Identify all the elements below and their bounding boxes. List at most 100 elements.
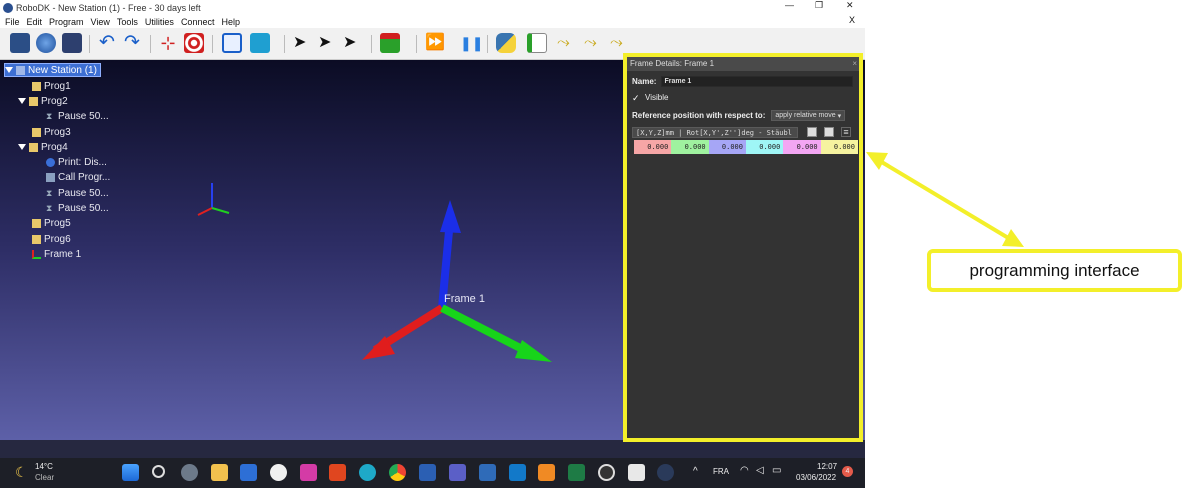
- search-icon[interactable]: [152, 465, 165, 478]
- pause-icon[interactable]: ❚❚: [460, 33, 483, 53]
- select-icon[interactable]: ➤: [293, 33, 313, 53]
- toolbar-separator: [371, 35, 372, 53]
- view-cube-icon[interactable]: [250, 33, 270, 53]
- viewport-frame-label: Frame 1: [444, 293, 485, 305]
- move-joint-icon[interactable]: ⤳: [557, 33, 577, 53]
- fit-all-icon[interactable]: [222, 33, 242, 53]
- music-icon[interactable]: [270, 464, 287, 481]
- run-program-icon[interactable]: ⏩: [425, 33, 445, 53]
- outlook-icon[interactable]: [509, 464, 526, 481]
- toolbar-separator: [416, 35, 417, 53]
- program-icon: [32, 218, 41, 228]
- clock-time[interactable]: 12:07: [817, 462, 837, 471]
- moon-icon: ☾: [15, 464, 28, 480]
- weather-condition: Clear: [35, 473, 55, 482]
- move-linear-icon[interactable]: ⤳: [584, 33, 604, 53]
- highlight-frame: [623, 53, 863, 442]
- app-icon[interactable]: [538, 464, 555, 481]
- program-icon: [29, 96, 38, 106]
- tree-item-prog5[interactable]: Prog5: [32, 216, 71, 230]
- program-icon: [32, 81, 41, 91]
- callout-box: programming interface: [927, 249, 1182, 292]
- word-icon[interactable]: [419, 464, 436, 481]
- tree-item-pause[interactable]: ⧗ Pause 50...: [46, 109, 109, 123]
- info-icon: [46, 157, 55, 167]
- station-icon: [16, 65, 25, 75]
- weather-temperature[interactable]: 14°C: [35, 462, 53, 471]
- menu-program[interactable]: Program: [49, 17, 84, 27]
- notification-badge[interactable]: 4: [842, 466, 853, 477]
- settings-icon[interactable]: [181, 464, 198, 481]
- tree-item-pause[interactable]: ⧗ Pause 50...: [46, 201, 109, 215]
- media-player-icon[interactable]: [598, 464, 615, 481]
- office-icon[interactable]: [329, 464, 346, 481]
- frame-icon: [32, 249, 41, 259]
- undo-icon[interactable]: ↶: [97, 33, 117, 53]
- file-explorer-icon[interactable]: [211, 464, 228, 481]
- volume-icon[interactable]: ◁: [756, 465, 764, 476]
- add-library-icon[interactable]: [36, 33, 56, 53]
- minimize-button[interactable]: —: [785, 0, 794, 10]
- tree-item-print[interactable]: Print: Dis...: [46, 155, 107, 169]
- menu-view[interactable]: View: [91, 17, 110, 27]
- move-tool-icon[interactable]: ➤: [343, 33, 363, 53]
- redo-icon[interactable]: ↷: [122, 33, 142, 53]
- battery-icon[interactable]: ▭: [772, 465, 781, 476]
- toolbar-separator: [487, 35, 488, 53]
- tree-item-prog1[interactable]: Prog1: [32, 79, 71, 93]
- frame-1-axes: [362, 200, 552, 362]
- move-circular-icon[interactable]: ⤳: [610, 33, 630, 53]
- tree-item-pause[interactable]: ⧗ Pause 50...: [46, 186, 109, 200]
- station-frame-icon: [197, 183, 230, 216]
- tree-item-prog4[interactable]: Prog4: [18, 140, 68, 154]
- maximize-button[interactable]: ❐: [815, 0, 823, 11]
- tree-item-call-program[interactable]: Call Progr...: [46, 170, 110, 184]
- taskbar: ☾ 14°C Clear ^ FRA ◠ ◁ ▭ 12:07 03/06/202…: [0, 458, 865, 488]
- app-icon[interactable]: [628, 464, 645, 481]
- menu-help[interactable]: Help: [221, 17, 240, 27]
- instagram-icon[interactable]: [300, 464, 317, 481]
- menu-file[interactable]: File: [5, 17, 20, 27]
- python-icon[interactable]: [496, 33, 516, 53]
- tree-item-prog3[interactable]: Prog3: [32, 125, 71, 139]
- app-icon[interactable]: [479, 464, 496, 481]
- teams-icon[interactable]: [449, 464, 466, 481]
- collision-icon[interactable]: [380, 33, 400, 53]
- robodk-taskbar-icon[interactable]: [657, 464, 674, 481]
- window-title: RoboDK - New Station (1) - Free - 30 day…: [16, 2, 201, 13]
- menu-utilities[interactable]: Utilities: [145, 17, 174, 27]
- expand-arrow-icon[interactable]: [18, 144, 26, 150]
- menu-bar: File Edit Program View Tools Utilities C…: [0, 15, 865, 28]
- add-reference-frame-icon[interactable]: ⊹: [158, 33, 178, 53]
- program-icon: [32, 127, 41, 137]
- start-icon[interactable]: [122, 464, 139, 481]
- tree-item-prog6[interactable]: Prog6: [32, 232, 71, 246]
- edge-icon[interactable]: [359, 464, 376, 481]
- move-reference-icon[interactable]: ➤: [318, 33, 338, 53]
- save-icon[interactable]: [62, 33, 82, 53]
- close-button[interactable]: ✕: [846, 0, 854, 11]
- program-icon: [29, 142, 38, 152]
- clock-date[interactable]: 03/06/2022: [796, 473, 836, 482]
- menu-connect[interactable]: Connect: [181, 17, 215, 27]
- tree-item-prog2[interactable]: Prog2: [18, 94, 68, 108]
- language-indicator[interactable]: FRA: [713, 467, 729, 476]
- open-station-icon[interactable]: [10, 33, 30, 53]
- call-icon: [46, 172, 55, 182]
- store-icon[interactable]: [240, 464, 257, 481]
- wifi-icon[interactable]: ◠: [740, 465, 749, 476]
- status-strip: [0, 440, 865, 458]
- menu-edit[interactable]: Edit: [27, 17, 43, 27]
- menu-tools[interactable]: Tools: [117, 17, 138, 27]
- tree-item-frame-1[interactable]: Frame 1: [32, 247, 81, 261]
- excel-icon[interactable]: [568, 464, 585, 481]
- expand-arrow-icon[interactable]: [5, 67, 13, 73]
- chevron-up-icon[interactable]: ^: [693, 466, 698, 477]
- expand-arrow-icon[interactable]: [18, 98, 26, 104]
- tree-root-new-station[interactable]: New Station (1): [4, 63, 101, 77]
- add-target-icon[interactable]: [184, 33, 204, 53]
- chrome-icon[interactable]: [389, 464, 406, 481]
- close-station-button[interactable]: X: [849, 15, 855, 25]
- new-program-icon[interactable]: [527, 33, 547, 53]
- robodk-logo-icon: [3, 2, 13, 13]
